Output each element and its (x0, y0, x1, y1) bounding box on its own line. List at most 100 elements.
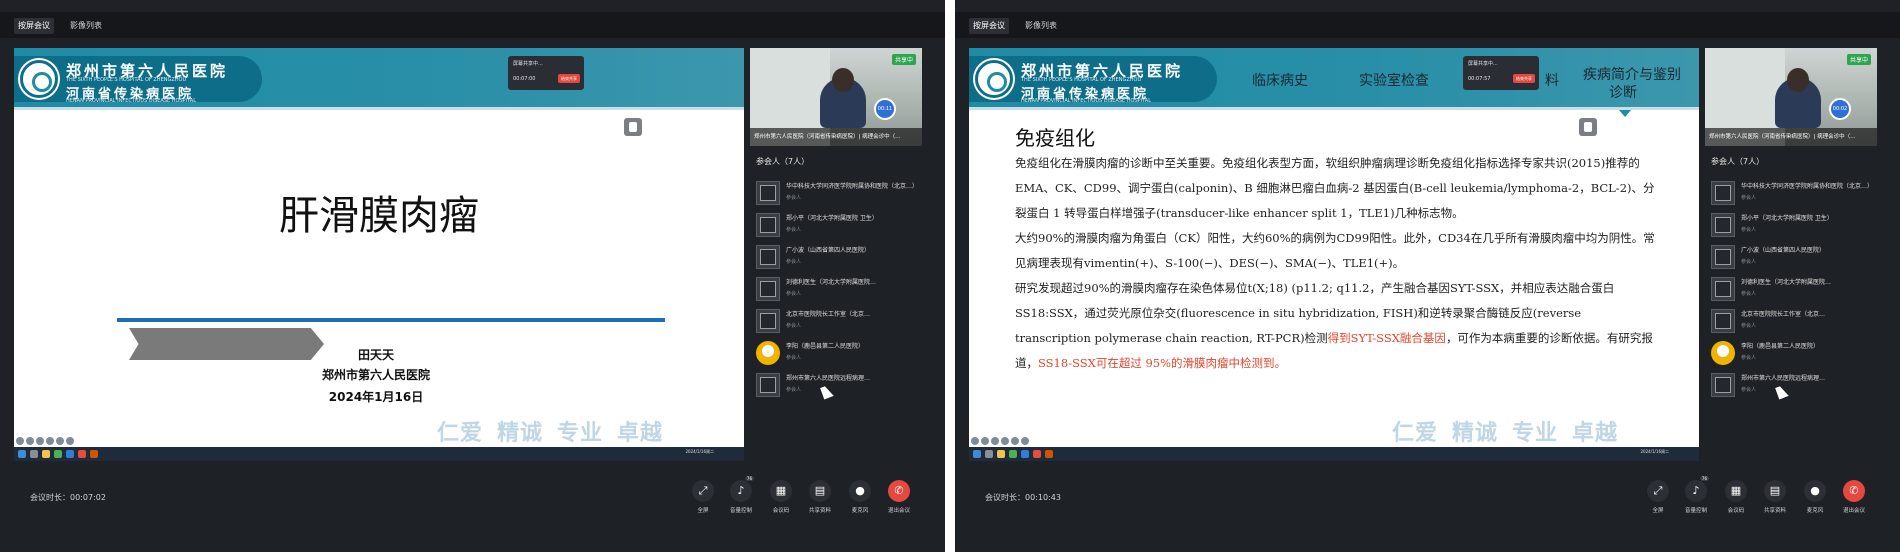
tab-image-list[interactable]: 影像列表 (66, 18, 106, 34)
shared-screen: 郑州市第六人民医院 THE SIXTH PEOPLE'S HOSPITAL OF… (14, 48, 744, 461)
list-item[interactable]: 李阳（鹿邑县第二人民医院） 参会人 (1711, 338, 1875, 370)
list-item[interactable]: 李阳（鹿邑县第二人民医院） 参会人 (756, 338, 920, 370)
list-item[interactable]: 刘德利医生（河北大学附属医院… 参会人 (1711, 274, 1875, 306)
motto-row: 仁爱 精诚 专业 卓越 (1392, 415, 1618, 447)
microphone-button[interactable]: ● 麦克风 (1800, 480, 1830, 514)
bookmark-icon[interactable] (624, 118, 642, 136)
participant-name: 郑州市第六人民医院远程病理… (1741, 375, 1826, 382)
avatar (1711, 213, 1735, 237)
participant-name: 郑州市第六人民医院远程病理… (786, 375, 871, 382)
fullscreen-button[interactable]: ⤢ 全屏 (688, 480, 718, 514)
microphone-button[interactable]: ● 麦克风 (845, 480, 875, 514)
meeting-code-button[interactable]: ▦ 会议码 (1721, 480, 1751, 514)
qr-code-icon: ▦ (1725, 480, 1747, 502)
highlight-text-1: 得到SYT-SSX融合基因 (1327, 331, 1446, 345)
slide-toolbar[interactable] (14, 437, 74, 447)
taskbar-clock: 2024/1/16周二 (685, 449, 714, 454)
title-divider (117, 318, 665, 322)
volume-badge: 76 (1699, 476, 1709, 481)
motto-1: 仁爱 (437, 421, 484, 446)
microphone-icon: ● (849, 480, 871, 502)
participant-list: 华中科技大学同济医学院附属协和医院（北京…） 参会人 郑小平（河北大学附属医院 卫… (1711, 178, 1875, 402)
sharing-tag: 共享中 (1846, 54, 1871, 65)
list-item[interactable]: 北京市医院院长工作室（北京… 参会人 (1711, 306, 1875, 338)
tab-image-list[interactable]: 影像列表 (1021, 18, 1061, 34)
list-item[interactable]: 郑小平（河北大学附属医院 卫生） 参会人 (1711, 210, 1875, 242)
qr-code-icon: ▦ (770, 480, 792, 502)
participant-name: 李阳（鹿邑县第二人民医院） (1741, 343, 1820, 350)
motto-row: 仁爱 精诚 专业 卓越 (437, 415, 663, 447)
slide-body: 免疫组化在滑膜肉瘤的诊断中至关重要。免疫组化表型方面，软组织肿瘤病理诊断免疫组化… (1015, 151, 1655, 376)
presenter-hospital: 郑州市第六人民医院 (321, 368, 430, 382)
list-item[interactable]: 广小波（山西省第四人民医院） 参会人 (1711, 242, 1875, 274)
nav-materials[interactable]: 料 (1545, 70, 1559, 90)
control-label: 共享资料 (1763, 508, 1786, 514)
participant-name: 刘德利医生（河北大学附属医院… (1741, 279, 1832, 286)
video-tile[interactable]: 00:02 共享中 郑州市第六人民医院（河南省传染病医院）| 病理会诊中（… (1705, 48, 1877, 146)
avatar (1711, 245, 1735, 269)
stop-share-button[interactable]: 结束共享 (1513, 74, 1535, 83)
control-label: 音量控制 (1684, 508, 1707, 514)
app2-icon (1045, 450, 1053, 458)
control-label: 音量控制 (729, 508, 752, 514)
meeting-duration: 会议时长：00:07:02 (30, 492, 106, 503)
share-material-button[interactable]: ▤ 共享资料 (805, 480, 835, 514)
nav-disease-intro[interactable]: 疾病简介与鉴别 (1583, 64, 1681, 84)
avatar (1711, 309, 1735, 333)
duration-label: 会议时长： (985, 493, 1025, 502)
avatar (1711, 181, 1735, 205)
document-icon: ▤ (1764, 480, 1786, 502)
list-item[interactable]: 郑小平（河北大学附属医院 卫生） 参会人 (756, 210, 920, 242)
participant-role: 参会人 (786, 323, 802, 329)
app-icon (66, 450, 74, 458)
ppt-icon (1033, 450, 1041, 458)
list-item[interactable]: 华中科技大学同济医学院附属协和医院（北京…） 参会人 (1711, 178, 1875, 210)
avatar (756, 341, 780, 365)
ppt-icon (78, 450, 86, 458)
paragraph-1: 免疫组化在滑膜肉瘤的诊断中至关重要。免疫组化表型方面，软组织肿瘤病理诊断免疫组化… (1015, 156, 1655, 220)
video-tile[interactable]: 00:11 共享中 郑州市第六人民医院（河南省传染病医院）| 病理会诊中（… (750, 48, 922, 146)
leave-meeting-button[interactable]: ✆ 退出会议 (1839, 480, 1869, 514)
list-item[interactable]: 北京市医院院长工作室（北京… 参会人 (756, 306, 920, 338)
list-item[interactable]: 刘德利医生（河北大学附属医院… 参会人 (756, 274, 920, 306)
list-item[interactable]: 郑州市第六人民医院远程病理… 参会人 (756, 370, 920, 402)
mic-timer-badge: 00:02 (1829, 98, 1851, 120)
slide-toolbar[interactable] (969, 437, 1029, 447)
sharing-tag: 共享中 (891, 54, 916, 65)
list-item[interactable]: 华中科技大学同济医学院附属协和医院（北京…） 参会人 (756, 178, 920, 210)
slide-date: 2024年1月16日 (328, 390, 424, 404)
app-icon (1021, 450, 1029, 458)
avatar (756, 309, 780, 333)
tab-screen-meeting[interactable]: 按屏会议 (969, 18, 1009, 34)
participant-name: 刘德利医生（河北大学附属医院… (786, 279, 877, 286)
volume-button[interactable]: ♪ 76 音量控制 (1681, 476, 1711, 514)
share-popup: 屏幕共享中... 00:07:00 结束共享 (508, 56, 584, 90)
stop-share-button[interactable]: 结束共享 (558, 74, 580, 83)
hospital-logo-banner: 郑州市第六人民医院 THE SIXTH PEOPLE'S HOSPITAL OF… (969, 56, 1217, 104)
participant-name: 华中科技大学同济医学院附属协和医院（北京…） (1741, 183, 1874, 190)
browser-icon (54, 450, 62, 458)
list-item[interactable]: 广小波（山西省第四人民医院） 参会人 (756, 242, 920, 274)
participant-role: 参会人 (1741, 387, 1757, 393)
slide-header: 郑州市第六人民医院 THE SIXTH PEOPLE'S HOSPITAL OF… (969, 48, 1699, 110)
nav-clinical-history[interactable]: 临床病史 (1252, 70, 1308, 90)
nav-lab-tests[interactable]: 实验室检查 (1359, 70, 1429, 90)
meeting-duration: 会议时长：00:10:43 (985, 492, 1061, 503)
motto-2: 精诚 (1452, 421, 1499, 446)
fullscreen-icon: ⤢ (1647, 480, 1669, 502)
side-panel: 00:11 共享中 郑州市第六人民医院（河南省传染病医院）| 病理会诊中（… 参… (750, 48, 922, 463)
avatar (1711, 341, 1735, 365)
leave-meeting-button[interactable]: ✆ 退出会议 (884, 480, 914, 514)
motto-2: 精诚 (497, 421, 544, 446)
bookmark-icon[interactable] (1579, 118, 1597, 136)
volume-button[interactable]: ♪ 76 音量控制 (726, 476, 756, 514)
meeting-code-button[interactable]: ▦ 会议码 (766, 480, 796, 514)
tab-screen-meeting[interactable]: 按屏会议 (14, 18, 54, 34)
duration-value: 00:07:02 (70, 493, 106, 502)
list-item[interactable]: 郑州市第六人民医院远程病理… 参会人 (1711, 370, 1875, 402)
share-material-button[interactable]: ▤ 共享资料 (1760, 480, 1790, 514)
fullscreen-button[interactable]: ⤢ 全屏 (1643, 480, 1673, 514)
control-label: 会议码 (1727, 508, 1745, 514)
nav-diagnosis[interactable]: 诊断 (1609, 82, 1637, 102)
avatar (756, 181, 780, 205)
